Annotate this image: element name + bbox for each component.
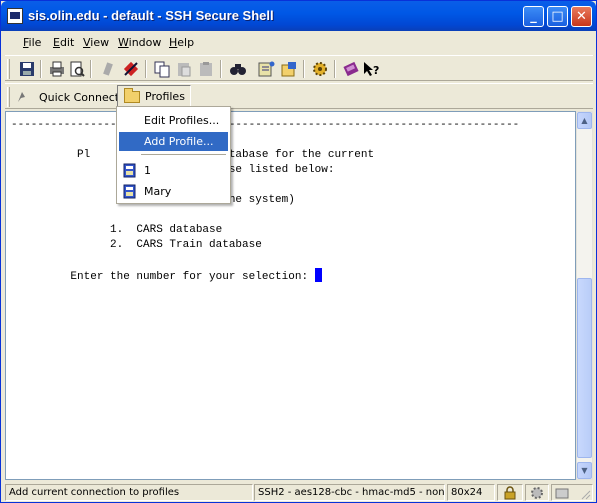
lock-icon — [504, 486, 516, 500]
terminal-prompt: Enter the number for your selection: — [11, 271, 315, 283]
terminal-area[interactable]: ----------------------------------------… — [5, 111, 576, 480]
main-toolbar: ? — [5, 55, 593, 81]
toolbar-separator — [40, 60, 42, 78]
profile-icon — [123, 184, 136, 199]
find-icon[interactable] — [229, 60, 247, 78]
menu-item-label: Mary — [144, 185, 172, 198]
profiles-toolbar: Quick Connect Profiles — [5, 83, 593, 109]
status-bar: Add current connection to profiles SSH2 … — [2, 482, 595, 502]
settings-icon[interactable] — [257, 60, 275, 78]
toolbar-separator — [220, 60, 222, 78]
menu-file[interactable]: File — [23, 36, 41, 49]
terminal-output: ----------------------------------------… — [11, 118, 519, 285]
gear-icon — [531, 487, 543, 499]
text-cursor — [314, 268, 322, 282]
menu-window[interactable]: Window — [118, 36, 161, 49]
quick-connect-label: Quick Connect — [39, 91, 120, 104]
toolbar-grip[interactable] — [7, 59, 10, 79]
disconnect-icon[interactable] — [122, 60, 140, 78]
menu-item-profile-1[interactable]: 1 — [119, 161, 228, 180]
profile-settings-icon[interactable] — [280, 60, 298, 78]
vertical-scrollbar[interactable]: ▲ ▼ — [576, 111, 593, 480]
toolbar-grip[interactable] — [7, 87, 10, 107]
terminal-line: 1. CARS database — [11, 224, 223, 236]
menu-item-profile-mary[interactable]: Mary — [119, 182, 228, 201]
menu-separator — [141, 154, 226, 155]
ssh-client-window: sis.olin.edu - default - SSH Secure Shel… — [0, 0, 597, 503]
save-icon[interactable] — [18, 60, 36, 78]
terminal-line: 2. CARS Train database — [11, 239, 262, 251]
menu-item-label: 1 — [144, 164, 151, 177]
svg-text:?: ? — [373, 64, 379, 77]
paste-special-icon[interactable] — [197, 60, 215, 78]
menu-item-label: Edit Profiles... — [144, 114, 220, 127]
quick-connect-icon — [18, 92, 25, 102]
menu-item-add-profile[interactable]: Add Profile... — [119, 132, 228, 151]
toolbar-separator — [334, 60, 336, 78]
paste-icon[interactable] — [175, 60, 193, 78]
toolbar-separator — [303, 60, 305, 78]
title-bar[interactable]: sis.olin.edu - default - SSH Secure Shel… — [1, 1, 596, 31]
copy-icon[interactable] — [153, 60, 171, 78]
terminal-line: ----------------------------------------… — [11, 119, 520, 131]
status-cipher: SSH2 - aes128-cbc - hmac-md5 - none — [254, 484, 445, 501]
toolbar-separator — [145, 60, 147, 78]
status-resize-grip[interactable] — [551, 484, 593, 501]
terminal-app-icon[interactable] — [7, 8, 23, 24]
status-terminal-size: 80x24 — [447, 484, 495, 501]
connect-icon[interactable] — [100, 60, 118, 78]
scroll-thumb[interactable] — [577, 278, 592, 458]
scroll-up-button[interactable]: ▲ — [577, 112, 592, 129]
minimize-button[interactable]: _ — [523, 6, 544, 27]
menu-bar: File Edit View Window Help — [5, 33, 593, 53]
context-help-icon[interactable]: ? — [362, 60, 380, 78]
print-preview-icon[interactable] — [68, 60, 86, 78]
maximize-button[interactable]: □ — [547, 6, 568, 27]
menu-view[interactable]: View — [83, 36, 109, 49]
toolbar-separator — [90, 60, 92, 78]
status-gear-pane — [525, 484, 549, 501]
status-message: Add current connection to profiles — [5, 484, 253, 501]
status-lock-pane — [497, 484, 523, 501]
profiles-dropdown-menu: Edit Profiles... Add Profile... 1 Mary — [116, 106, 231, 204]
menu-edit[interactable]: Edit — [53, 36, 74, 49]
sftp-gear-icon[interactable] — [311, 60, 329, 78]
menu-item-label: Add Profile... — [144, 135, 214, 148]
profile-icon — [123, 163, 136, 178]
resize-grip-icon — [555, 488, 591, 500]
profiles-label: Profiles — [145, 90, 185, 103]
menu-item-edit-profiles[interactable]: Edit Profiles... — [119, 111, 228, 130]
menu-help[interactable]: Help — [169, 36, 194, 49]
close-button[interactable]: ✕ — [571, 6, 592, 27]
scroll-down-button[interactable]: ▼ — [577, 462, 592, 479]
window-title: sis.olin.edu - default - SSH Secure Shel… — [28, 8, 274, 23]
folder-icon — [124, 88, 140, 103]
print-icon[interactable] — [48, 60, 66, 78]
help-book-icon[interactable] — [342, 60, 360, 78]
